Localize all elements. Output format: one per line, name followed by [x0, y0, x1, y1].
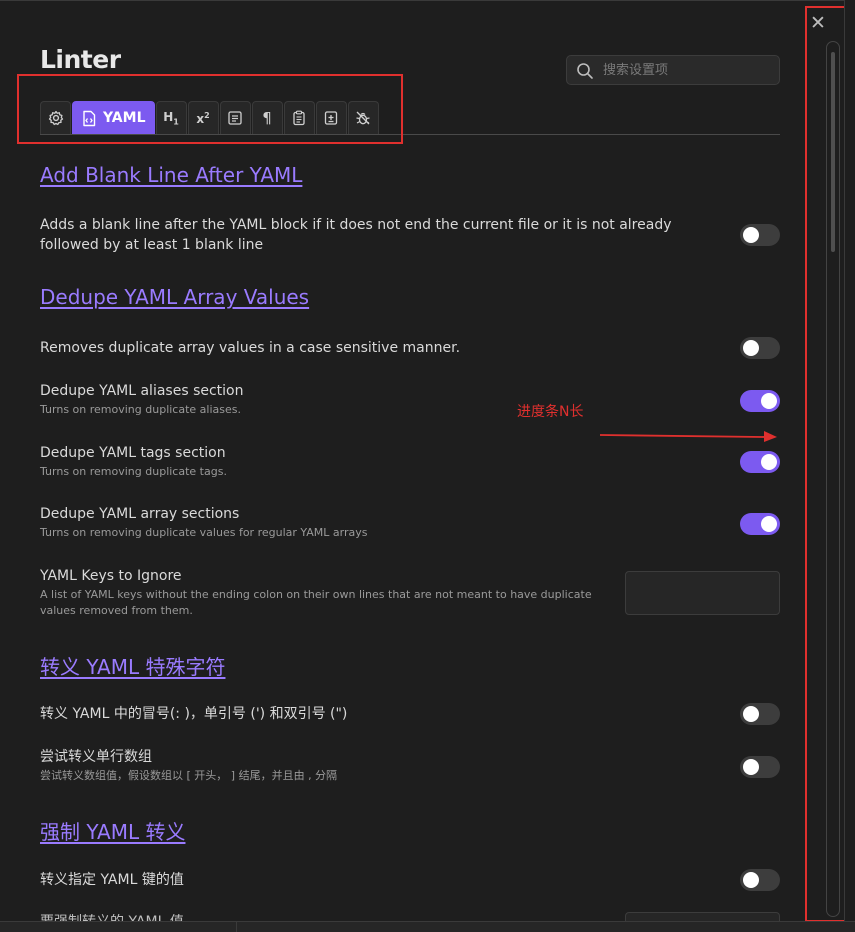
- setting-name: Dedupe YAML array sections: [40, 506, 240, 522]
- setting-name: Adds a blank line after the YAML block i…: [40, 217, 672, 253]
- setting-name: Removes duplicate array values in a case…: [40, 340, 461, 356]
- setting-name: 转义 YAML 中的冒号(: )，单引号 (') 和双引号 ("): [40, 706, 348, 722]
- setting-name: Dedupe YAML aliases section: [40, 383, 244, 399]
- setting-desc: 尝试转义数组值，假设数组以 [ 开头， ] 结尾，并且由 , 分隔: [40, 769, 338, 782]
- status-divider: [236, 922, 237, 932]
- setting-desc: A list of YAML keys without the ending c…: [40, 588, 592, 617]
- search-input[interactable]: [603, 60, 773, 80]
- settings-modal: Linter YAML H1 x2: [0, 0, 845, 921]
- toggle-escape-key-values[interactable]: [740, 869, 780, 891]
- setting-name: 尝试转义单行数组: [40, 749, 152, 765]
- setting-escape-key-values: 转义指定 YAML 键的值: [40, 870, 780, 890]
- setting-desc: Turns on removing duplicate values for r…: [40, 526, 368, 539]
- search-icon: [577, 63, 593, 79]
- section-heading-dedupe: Dedupe YAML Array Values: [40, 285, 310, 309]
- setting-dedupe-case: Removes duplicate array values in a case…: [40, 338, 780, 358]
- yaml-keys-ignore-textarea[interactable]: [625, 571, 780, 615]
- setting-add-blank-line: Adds a blank line after the YAML block i…: [40, 215, 780, 255]
- annotation-box-scrollbar: [805, 6, 844, 921]
- toggle-dedupe-case[interactable]: [740, 337, 780, 359]
- status-strip: [0, 921, 855, 932]
- toggle-dedupe-tags[interactable]: [740, 451, 780, 473]
- setting-name: 转义指定 YAML 键的值: [40, 872, 184, 888]
- toggle-add-blank-line[interactable]: [740, 224, 780, 246]
- annotation-text: 进度条N长: [517, 404, 584, 420]
- annotation-arrow: [599, 431, 777, 442]
- setting-dedupe-tags: Dedupe YAML tags section Turns on removi…: [40, 443, 780, 480]
- setting-dedupe-arrays: Dedupe YAML array sections Turns on remo…: [40, 504, 780, 541]
- annotation-box-tabs: [17, 74, 403, 144]
- force-escape-textarea[interactable]: [625, 912, 780, 921]
- setting-escape-yaml: 转义 YAML 中的冒号(: )，单引号 (') 和双引号 ("): [40, 704, 780, 724]
- toggle-dedupe-arrays[interactable]: [740, 513, 780, 535]
- section-heading-force-escape: 强制 YAML 转义: [40, 820, 186, 844]
- setting-desc: Turns on removing duplicate aliases.: [40, 403, 241, 416]
- page-title: Linter: [40, 45, 121, 74]
- toggle-dedupe-aliases[interactable]: [740, 390, 780, 412]
- search-box[interactable]: [566, 55, 780, 85]
- section-heading-escape: 转义 YAML 特殊字符: [40, 655, 226, 679]
- setting-name: Dedupe YAML tags section: [40, 445, 226, 461]
- toggle-escape-array[interactable]: [740, 756, 780, 778]
- section-heading-blank-line: Add Blank Line After YAML: [40, 163, 303, 187]
- setting-desc: Turns on removing duplicate tags.: [40, 465, 227, 478]
- setting-dedupe-aliases: Dedupe YAML aliases section Turns on rem…: [40, 381, 780, 418]
- toggle-escape-yaml[interactable]: [740, 703, 780, 725]
- setting-escape-array: 尝试转义单行数组 尝试转义数组值，假设数组以 [ 开头， ] 结尾，并且由 , …: [40, 747, 780, 784]
